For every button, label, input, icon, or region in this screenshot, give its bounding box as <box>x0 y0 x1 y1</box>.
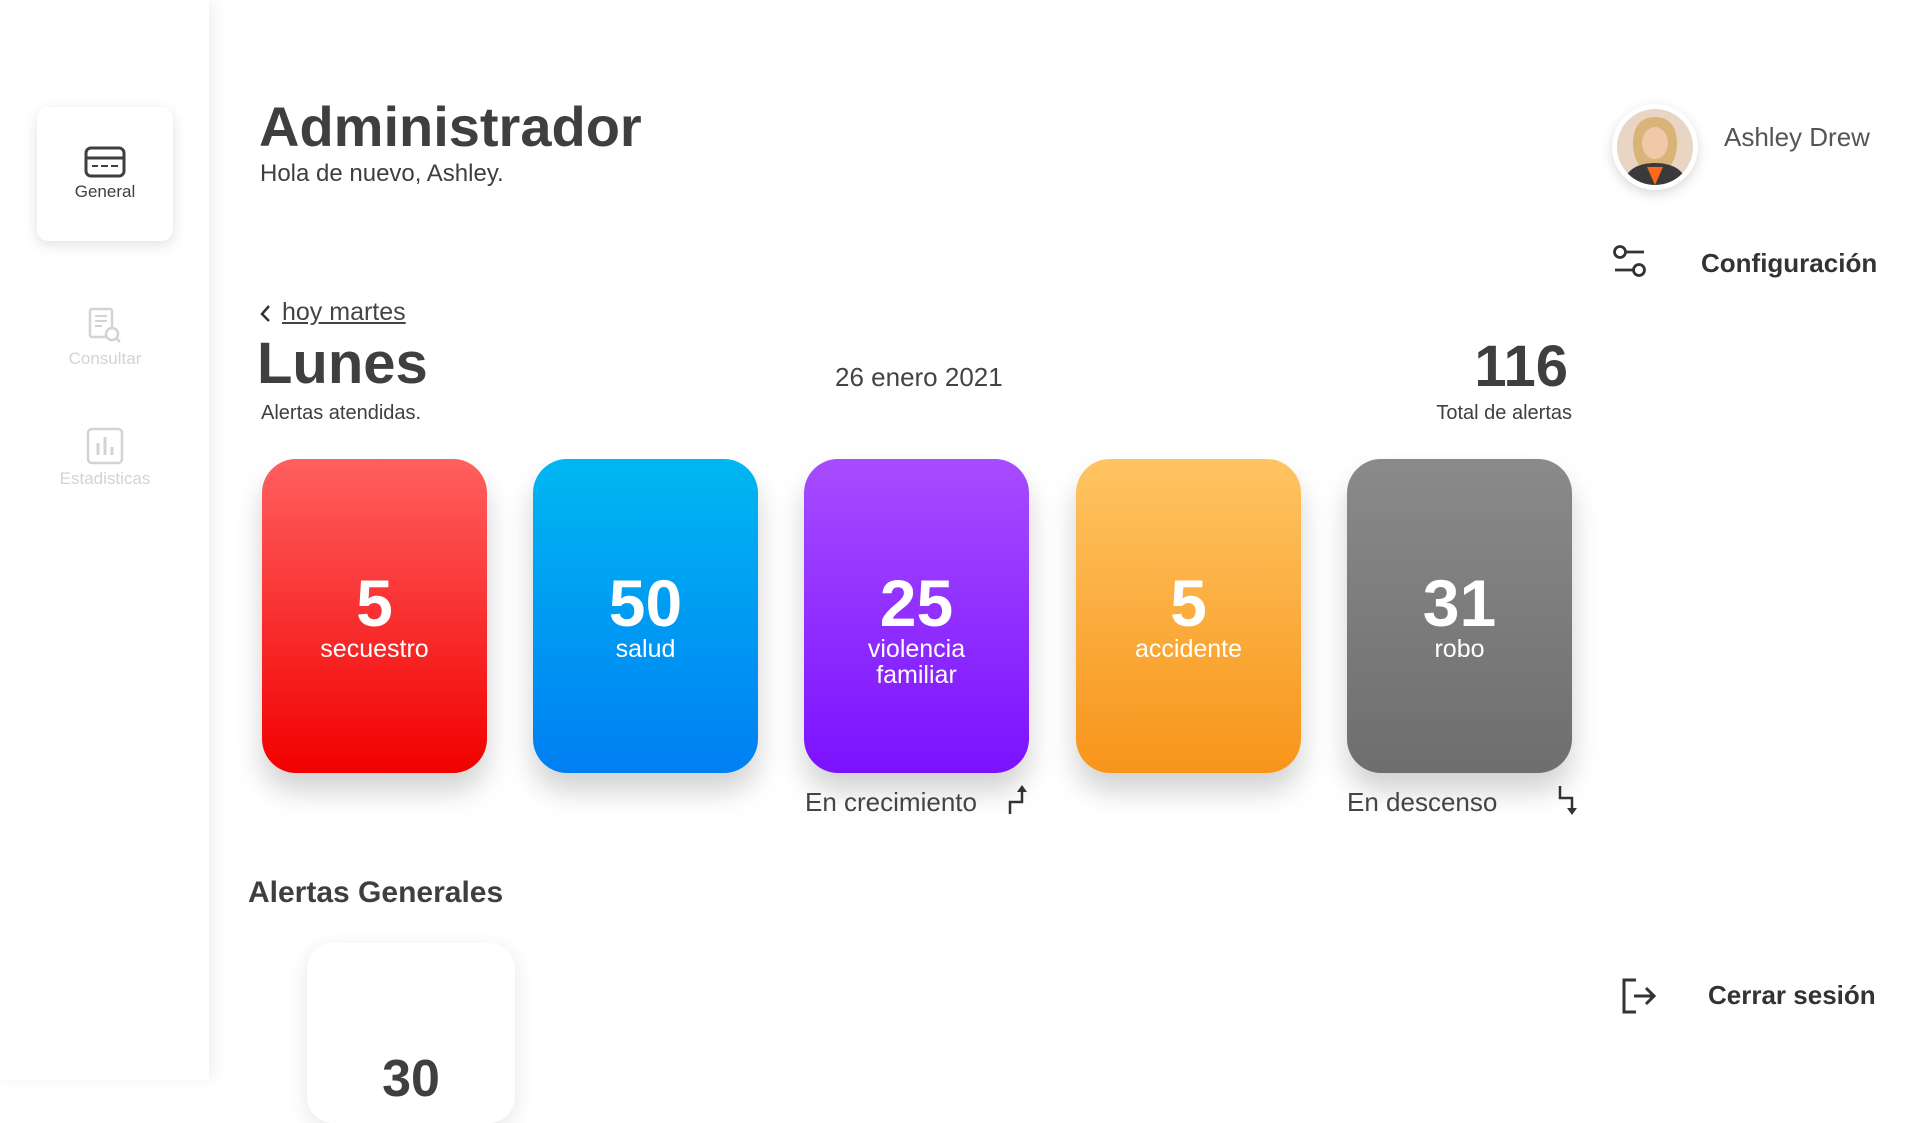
alert-card-label: robo <box>1434 634 1485 663</box>
sidebar-item-consultar[interactable]: Consultar <box>37 271 173 405</box>
sidebar-item-estadisticas[interactable]: Estadisticas <box>37 391 173 525</box>
logout-icon[interactable] <box>1620 976 1658 1021</box>
user-profile[interactable] <box>1612 104 1698 190</box>
alert-card-secuestro[interactable]: 5 secuestro <box>262 459 487 773</box>
alert-card-value: 5 <box>1170 565 1207 640</box>
alert-card-violencia-familiar[interactable]: 25 violencia familiar <box>804 459 1029 773</box>
sidebar-item-label: Estadisticas <box>59 469 151 488</box>
alert-card-label: violencia familiar <box>867 634 966 689</box>
sidebar-item-label: General <box>74 182 136 201</box>
greeting-text: Hola de nuevo, Ashley. <box>260 160 504 187</box>
bar-chart-icon <box>86 427 124 465</box>
total-alerts-value: 116 <box>1474 334 1568 399</box>
trend-up-icon <box>1006 784 1028 821</box>
card-icon <box>84 146 126 178</box>
alert-card-label: secuestro <box>320 634 429 663</box>
general-alert-value: 30 <box>382 1050 440 1108</box>
alert-card-robo[interactable]: 31 robo <box>1347 459 1572 773</box>
alert-card-salud[interactable]: 50 salud <box>533 459 758 773</box>
sidebar: General Consultar Estadisticas <box>0 0 209 1080</box>
user-name: Ashley Drew <box>1724 122 1870 152</box>
avatar[interactable] <box>1612 104 1698 190</box>
day-caption: Alertas atendidas. <box>261 402 422 424</box>
trend-down-icon <box>1556 784 1578 821</box>
back-link-label[interactable]: hoy martes <box>282 298 406 327</box>
alert-card-value: 50 <box>608 565 683 640</box>
section-title: Alertas Generales <box>248 876 504 909</box>
alert-card-value: 25 <box>879 565 954 640</box>
logout-button[interactable]: Cerrar sesión <box>1708 980 1876 1011</box>
alert-card-accidente[interactable]: 5 accidente <box>1076 459 1301 773</box>
page-title: Administrador <box>259 95 642 158</box>
sidebar-item-general[interactable]: General <box>37 107 173 241</box>
back-link[interactable]: hoy martes <box>258 298 406 327</box>
alert-card-value: 5 <box>356 565 393 640</box>
date-text: 26 enero 2021 <box>835 362 1003 392</box>
settings-sliders-icon[interactable] <box>1612 244 1648 285</box>
sidebar-item-label: Consultar <box>68 349 142 368</box>
alert-card-value: 31 <box>1422 565 1497 640</box>
total-alerts-caption: Total de alertas <box>1436 402 1572 424</box>
config-button[interactable]: Configuración <box>1701 248 1877 279</box>
avatar-image-icon <box>1617 109 1693 185</box>
chevron-left-icon <box>260 304 270 322</box>
day-title: Lunes <box>257 331 428 396</box>
alert-card-label: salud <box>615 634 676 663</box>
trend-down-label: En descenso <box>1347 787 1498 817</box>
trend-up-label: En crecimiento <box>805 787 977 817</box>
alert-card-label: accidente <box>1134 634 1243 663</box>
document-search-icon <box>88 307 121 343</box>
general-alert-card[interactable]: 30 <box>307 943 515 1123</box>
